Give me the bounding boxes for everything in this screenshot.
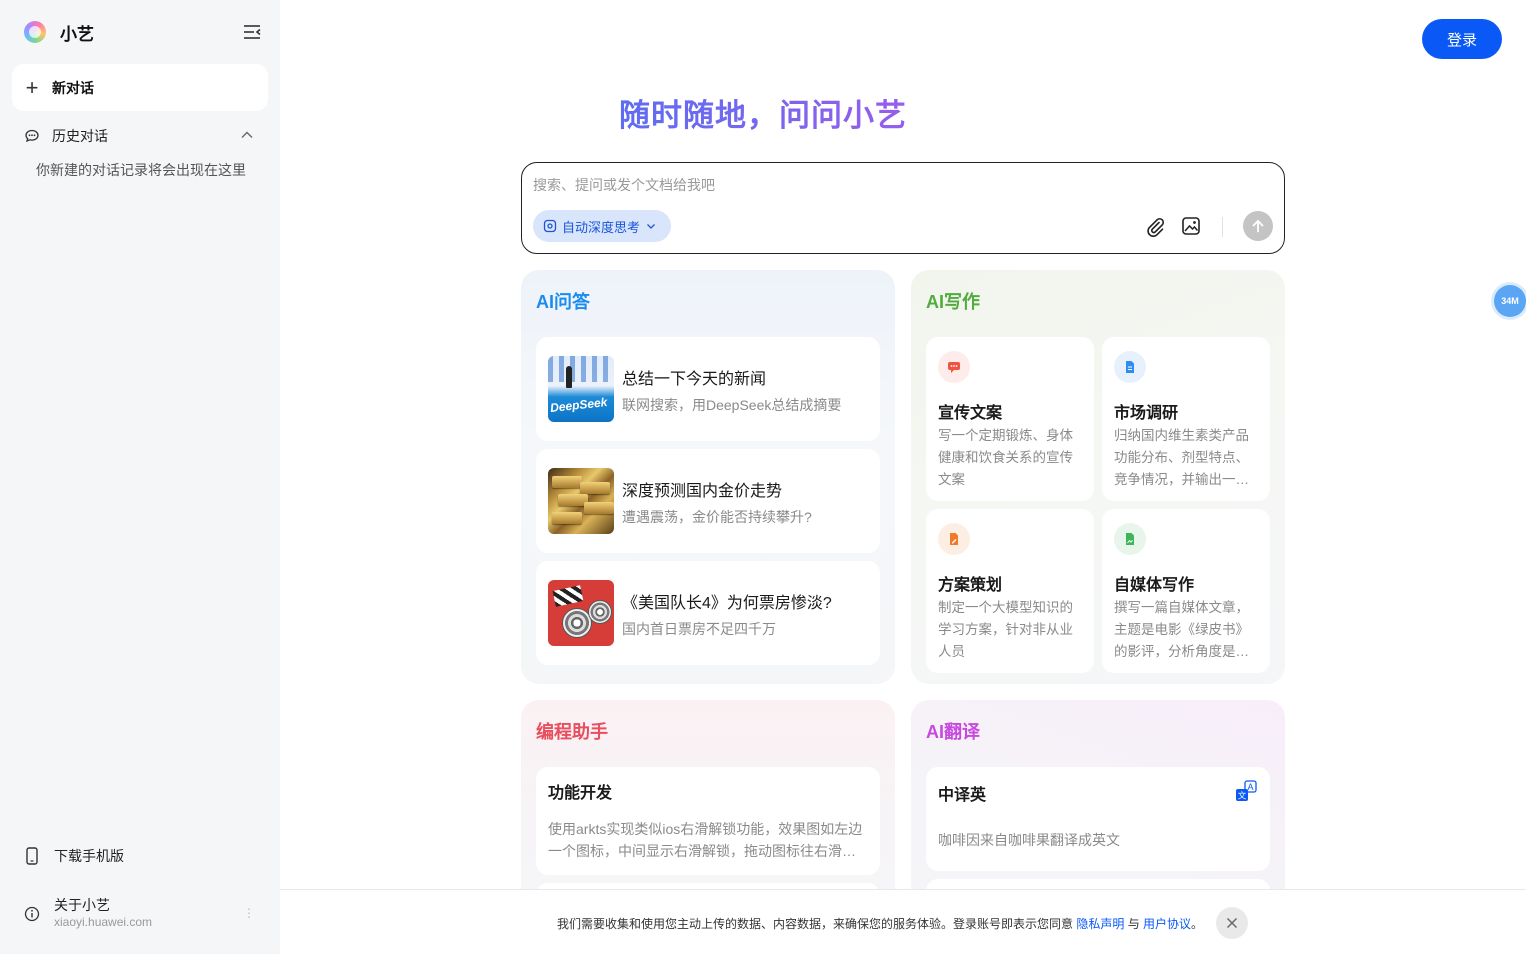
consent-end: 。 (1191, 917, 1204, 931)
deep-think-toggle[interactable]: 自动深度思考 (533, 210, 672, 242)
close-consent-button[interactable] (1216, 907, 1248, 939)
about-label: 关于小艺 (54, 897, 110, 913)
qa-card-subtitle: 联网搜索，用DeepSeek总结成摘要 (622, 397, 842, 413)
new-chat-label: 新对话 (52, 79, 94, 96)
input-divider (1222, 217, 1223, 237)
qa-card-subtitle: 国内首日票房不足四千万 (622, 621, 776, 637)
attach-icon[interactable] (1144, 215, 1166, 237)
gold-bars-thumbnail (548, 468, 614, 534)
translate-card-desc: 咖啡因来自咖啡果翻译成英文 (938, 832, 1120, 848)
writing-card-title: 宣传文案 (938, 405, 1003, 422)
writing-card-media[interactable]: 自媒体写作 撰写一篇自媒体文章，主题是电影《绿皮书》的影评，分析角度是人物塑造 (1102, 509, 1270, 673)
image-doc-icon (1114, 523, 1146, 555)
translate-card-title: 中译英 (938, 787, 987, 804)
history-label: 历史对话 (52, 128, 108, 144)
ai-qa-title: AI问答 (536, 292, 590, 312)
film-reel-thumbnail (548, 580, 614, 646)
writing-card-desc: 撰写一篇自媒体文章，主题是电影《绿皮书》的影评，分析角度是人物塑造 (1114, 600, 1249, 659)
consent-bar: 我们需要收集和使用您主动上传的数据、内容数据，来确保您的服务体验。登录账号即表示… (280, 889, 1526, 954)
writing-card-title: 自媒体写作 (1114, 577, 1195, 594)
chat-bubble-icon (938, 351, 970, 383)
qa-card-title: 总结一下今天的新闻 (622, 371, 767, 388)
ai-qa-panel: AI问答 DeepSeek 总结一下今天的新闻 联网搜索，用DeepSeek总结… (521, 270, 895, 684)
hero-title: 随时随地，问问小艺 (140, 90, 1386, 135)
document-icon (1114, 351, 1146, 383)
xiaoyi-logo-icon (24, 21, 46, 43)
privacy-link[interactable]: 隐私声明 (1076, 917, 1124, 931)
writing-card-title: 方案策划 (938, 577, 1003, 594)
writing-card-promo[interactable]: 宣传文案 写一个定期锻炼、身体健康和饮食关系的宣传文案 (926, 337, 1094, 501)
coding-title: 编程助手 (536, 722, 608, 742)
qa-card-gold[interactable]: 深度预测国内金价走势 遭遇震荡，金价能否持续攀升? (536, 449, 880, 553)
svg-text:A: A (1247, 782, 1253, 792)
login-button[interactable]: 登录 (1422, 19, 1502, 59)
more-icon[interactable]: ⋮ (243, 906, 255, 920)
qa-card-subtitle: 遭遇震荡，金价能否持续攀升? (622, 509, 812, 525)
sidebar: 小艺 + 新对话 历史对话 你新建的对话记录将会出现在这里 下载手机版 关于小艺… (0, 0, 280, 954)
ai-writing-panel: AI写作 宣传文案 写一个定期锻炼、身体健康和饮食关系的宣传文案 市场调研 归纳… (911, 270, 1285, 684)
prompt-input[interactable] (533, 175, 1233, 195)
send-button[interactable] (1243, 211, 1273, 241)
download-label: 下载手机版 (54, 848, 124, 864)
qa-card-title: 深度预测国内金价走势 (622, 483, 783, 500)
writing-card-desc: 归纳国内维生素类产品功能分布、剂型特点、竞争情况，并输出一份报告 (1114, 428, 1249, 487)
history-empty-text: 你新建的对话记录将会出现在这里 (36, 162, 246, 178)
writing-card-plan[interactable]: 方案策划 制定一个大模型知识的学习方案，针对非从业人员 (926, 509, 1094, 673)
edit-doc-icon (938, 523, 970, 555)
writing-card-desc: 制定一个大模型知识的学习方案，针对非从业人员 (938, 600, 1073, 659)
writing-card-research[interactable]: 市场调研 归纳国内维生素类产品功能分布、剂型特点、竞争情况，并输出一份报告 (1102, 337, 1270, 501)
coding-card-desc: 使用arkts实现类似ios右滑解锁功能，效果图如左边一个图标，中间显示右滑解锁… (548, 821, 863, 859)
coding-card-feature[interactable]: 功能开发 使用arkts实现类似ios右滑解锁功能，效果图如左边一个图标，中间显… (536, 767, 880, 875)
writing-card-desc: 写一个定期锻炼、身体健康和饮食关系的宣传文案 (938, 428, 1073, 487)
consent-message: 我们需要收集和使用您主动上传的数据、内容数据，来确保您的服务体验。登录账号即表示… (557, 915, 1203, 932)
thumbnail-text: DeepSeek (549, 395, 608, 415)
info-icon (24, 906, 40, 922)
deep-think-icon (543, 219, 557, 233)
consent-text: 我们需要收集和使用您主动上传的数据、内容数据，来确保您的服务体验。登录账号即表示… (557, 917, 1077, 931)
terms-link[interactable]: 用户协议 (1143, 917, 1191, 931)
floating-memory-badge[interactable]: 34M (1494, 285, 1526, 317)
collapse-sidebar-icon[interactable] (242, 22, 262, 42)
translate-icon-glyph: 文 (1238, 791, 1247, 802)
translate-title: AI翻译 (926, 722, 980, 742)
coding-card-title: 功能开发 (548, 785, 613, 802)
qa-card-title: 《美国队长4》为何票房惨淡? (622, 595, 832, 612)
arrow-up-icon (1252, 219, 1264, 233)
writing-card-title: 市场调研 (1114, 405, 1179, 422)
qa-card-news[interactable]: DeepSeek 总结一下今天的新闻 联网搜索，用DeepSeek总结成摘要 (536, 337, 880, 441)
translate-card-zh-en[interactable]: 中译英 A 文 咖啡因来自咖啡果翻译成英文 (926, 767, 1270, 871)
translate-icon: A 文 (1236, 780, 1257, 802)
download-app-link[interactable]: 下载手机版 (24, 846, 124, 866)
close-icon (1227, 918, 1237, 928)
deep-think-label: 自动深度思考 (562, 219, 641, 235)
brand-name: 小艺 (60, 24, 94, 44)
brand[interactable]: 小艺 (24, 20, 94, 44)
chat-history-icon (25, 129, 39, 143)
hero: 随时随地，问问小艺 (140, 90, 1386, 135)
composer: 自动深度思考 (521, 162, 1285, 254)
image-icon[interactable] (1180, 215, 1202, 237)
qa-card-film[interactable]: 《美国队长4》为何票房惨淡? 国内首日票房不足四千万 (536, 561, 880, 665)
ai-writing-title: AI写作 (926, 292, 980, 312)
chevron-down-icon (647, 224, 655, 229)
plus-icon: + (25, 74, 39, 100)
phone-icon (26, 847, 38, 865)
about-link[interactable]: 关于小艺 xiaoyi.huawei.com ⋮ (24, 896, 255, 930)
news-thumbnail: DeepSeek (548, 356, 614, 422)
about-url: xiaoyi.huawei.com (54, 915, 153, 929)
consent-and: 与 (1124, 917, 1144, 931)
